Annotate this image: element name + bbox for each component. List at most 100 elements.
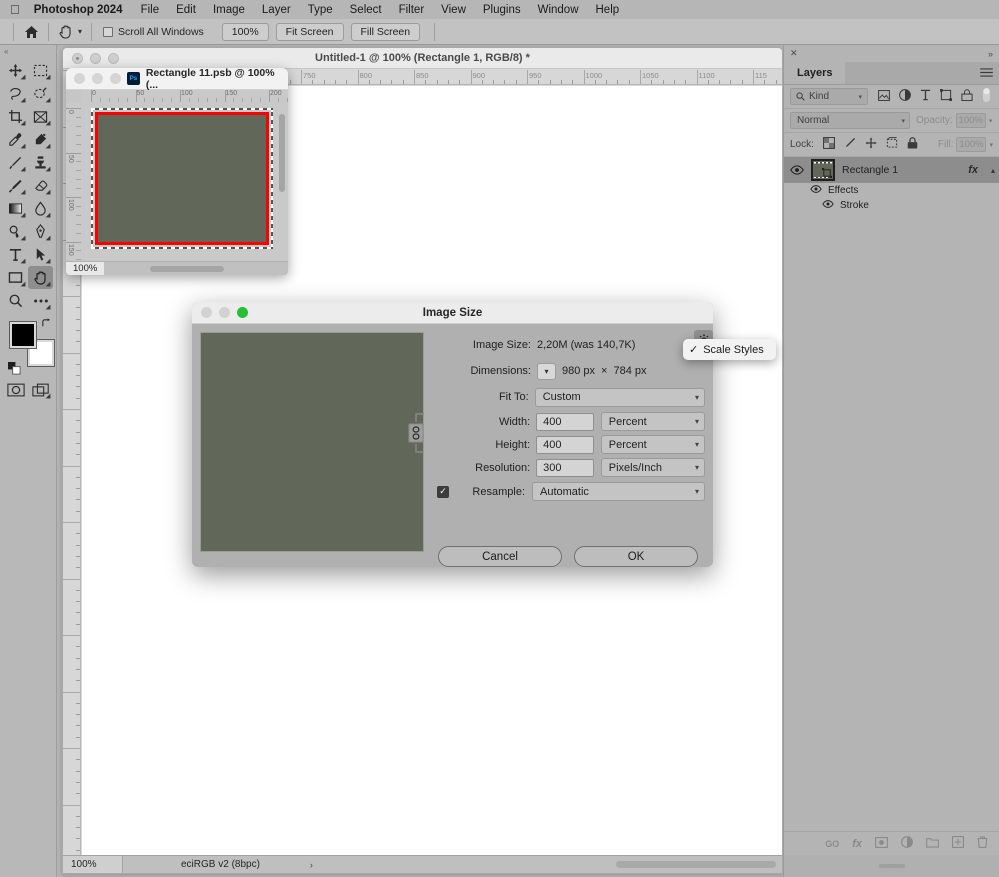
- chevron-down-icon[interactable]: ▾: [901, 117, 905, 125]
- zoom-100-button[interactable]: 100%: [222, 23, 269, 41]
- lock-position-icon[interactable]: [865, 137, 877, 152]
- fill-value[interactable]: 100%: [956, 137, 986, 152]
- height-unit-select[interactable]: Percent ▾: [601, 435, 705, 454]
- layer-effect-stroke[interactable]: Stroke: [784, 198, 999, 213]
- chevron-down-icon[interactable]: ▾: [695, 487, 699, 496]
- tool-history-brush[interactable]: [3, 174, 28, 197]
- fit-to-select[interactable]: Custom ▾: [535, 388, 705, 407]
- psb-title-bar[interactable]: Ps Rectangle 11.psb @ 100% (...: [66, 68, 288, 90]
- psb-shape-rectangle[interactable]: [95, 112, 269, 245]
- chevron-down-icon[interactable]: ▾: [695, 463, 699, 472]
- psb-vertical-scrollbar[interactable]: [279, 114, 285, 192]
- menu-item-type[interactable]: Type: [308, 4, 333, 16]
- default-colors-icon[interactable]: [8, 362, 21, 378]
- collapse-panel-icon[interactable]: »: [988, 49, 993, 59]
- tool-pen[interactable]: [28, 220, 53, 243]
- chevron-down-icon[interactable]: ▾: [78, 27, 82, 36]
- lock-all-icon[interactable]: [907, 137, 918, 152]
- type-layer-filter-icon[interactable]: [920, 89, 931, 104]
- tool-lasso[interactable]: [3, 82, 28, 105]
- width-unit-select[interactable]: Percent ▾: [601, 412, 705, 431]
- tool-edit-toolbar[interactable]: [28, 289, 53, 312]
- status-expand-icon[interactable]: ›: [310, 860, 313, 870]
- menu-item-view[interactable]: View: [441, 4, 466, 16]
- swap-colors-icon[interactable]: [41, 318, 52, 332]
- opacity-value[interactable]: 100%: [956, 113, 986, 128]
- toolbar-grip[interactable]: «: [0, 45, 56, 57]
- menu-item-window[interactable]: Window: [538, 4, 579, 16]
- cancel-button[interactable]: Cancel: [438, 546, 562, 567]
- scale-styles-menu-item[interactable]: Scale Styles: [703, 344, 764, 356]
- ok-button[interactable]: OK: [574, 546, 698, 567]
- lock-image-pixels-icon[interactable]: [844, 137, 856, 152]
- status-zoom-level[interactable]: 100%: [63, 856, 123, 874]
- layer-effects-badge[interactable]: fx: [968, 164, 984, 176]
- tool-crop[interactable]: [3, 105, 28, 128]
- eye-visible-icon[interactable]: [822, 200, 834, 211]
- menu-item-layer[interactable]: Layer: [262, 4, 291, 16]
- filter-toggle-icon[interactable]: [982, 87, 991, 106]
- menu-item-file[interactable]: File: [141, 4, 160, 16]
- link-constrain-proportions-icon[interactable]: [410, 410, 424, 456]
- layer-effects-group[interactable]: Effects: [784, 183, 999, 198]
- panel-menu-icon[interactable]: [980, 68, 993, 80]
- chevron-down-icon[interactable]: ▾: [695, 393, 699, 402]
- layer-row-rectangle-1[interactable]: Rectangle 1 fx ▴: [784, 157, 999, 183]
- new-adjustment-layer-icon[interactable]: [901, 836, 913, 851]
- tool-frame[interactable]: [28, 105, 53, 128]
- scroll-all-windows-checkbox[interactable]: Scroll All Windows: [103, 26, 204, 38]
- dialog-title-bar[interactable]: Image Size: [192, 302, 713, 324]
- add-layer-style-icon[interactable]: fx: [852, 838, 862, 850]
- tool-eyedropper[interactable]: [3, 128, 28, 151]
- chevron-down-icon[interactable]: ▾: [989, 141, 993, 149]
- height-input[interactable]: 400: [536, 436, 594, 454]
- tool-dodge[interactable]: [3, 220, 28, 243]
- resample-select[interactable]: Automatic ▾: [532, 482, 705, 501]
- document-title-bar[interactable]: Untitled-1 @ 100% (Rectangle 1, RGB/8) *: [63, 48, 782, 69]
- psb-close-button[interactable]: [74, 73, 85, 84]
- fit-screen-button[interactable]: Fit Screen: [276, 23, 344, 41]
- menu-item-help[interactable]: Help: [596, 4, 620, 16]
- layer-thumbnail[interactable]: [811, 159, 835, 181]
- psb-maximize-button[interactable]: [110, 73, 121, 84]
- chevron-down-icon[interactable]: ▾: [695, 440, 699, 449]
- new-group-icon[interactable]: [926, 837, 939, 851]
- checkbox-box[interactable]: [103, 27, 113, 37]
- tool-rectangular-marquee[interactable]: [28, 59, 53, 82]
- resolution-input[interactable]: 300: [536, 459, 594, 477]
- tool-hand[interactable]: [28, 266, 53, 289]
- image-preview[interactable]: [200, 332, 424, 552]
- psb-minimize-button[interactable]: [92, 73, 103, 84]
- shape-layer-filter-icon[interactable]: [940, 89, 952, 104]
- tab-layers[interactable]: Layers: [784, 62, 845, 84]
- tool-spot-healing-brush[interactable]: [28, 128, 53, 151]
- tool-eraser[interactable]: [28, 174, 53, 197]
- smart-object-filter-icon[interactable]: [961, 89, 973, 104]
- resample-checkbox[interactable]: ✓: [437, 486, 449, 498]
- width-input[interactable]: 400: [536, 413, 594, 431]
- fill-screen-button[interactable]: Fill Screen: [351, 23, 421, 41]
- eye-visible-icon[interactable]: [790, 165, 804, 175]
- tool-path-selection[interactable]: [28, 243, 53, 266]
- tool-gradient[interactable]: [3, 197, 28, 220]
- active-tool-hand-icon[interactable]: ▾: [56, 24, 84, 40]
- menu-item-filter[interactable]: Filter: [399, 4, 425, 16]
- new-layer-icon[interactable]: [952, 836, 964, 851]
- tool-brush[interactable]: [3, 151, 28, 174]
- chevron-down-icon[interactable]: ▾: [858, 93, 862, 101]
- psb-horizontal-ruler[interactable]: 050100150200: [81, 90, 288, 102]
- dimensions-units-chevron-down-icon[interactable]: ▾: [537, 363, 556, 380]
- adjustment-layer-filter-icon[interactable]: [899, 89, 911, 104]
- tool-move[interactable]: [3, 59, 28, 82]
- eye-visible-icon[interactable]: [810, 185, 822, 196]
- chevron-down-icon[interactable]: ▾: [989, 117, 993, 125]
- menu-item-image[interactable]: Image: [213, 4, 245, 16]
- home-icon[interactable]: [21, 23, 41, 41]
- screen-mode-icon[interactable]: [28, 378, 53, 401]
- menu-app-name[interactable]: Photoshop 2024: [34, 4, 123, 16]
- tool-rectangle[interactable]: [3, 266, 28, 289]
- psb-canvas[interactable]: [81, 102, 288, 265]
- add-layer-mask-icon[interactable]: [875, 837, 888, 851]
- menu-item-edit[interactable]: Edit: [176, 4, 196, 16]
- chevron-down-icon[interactable]: ▾: [695, 417, 699, 426]
